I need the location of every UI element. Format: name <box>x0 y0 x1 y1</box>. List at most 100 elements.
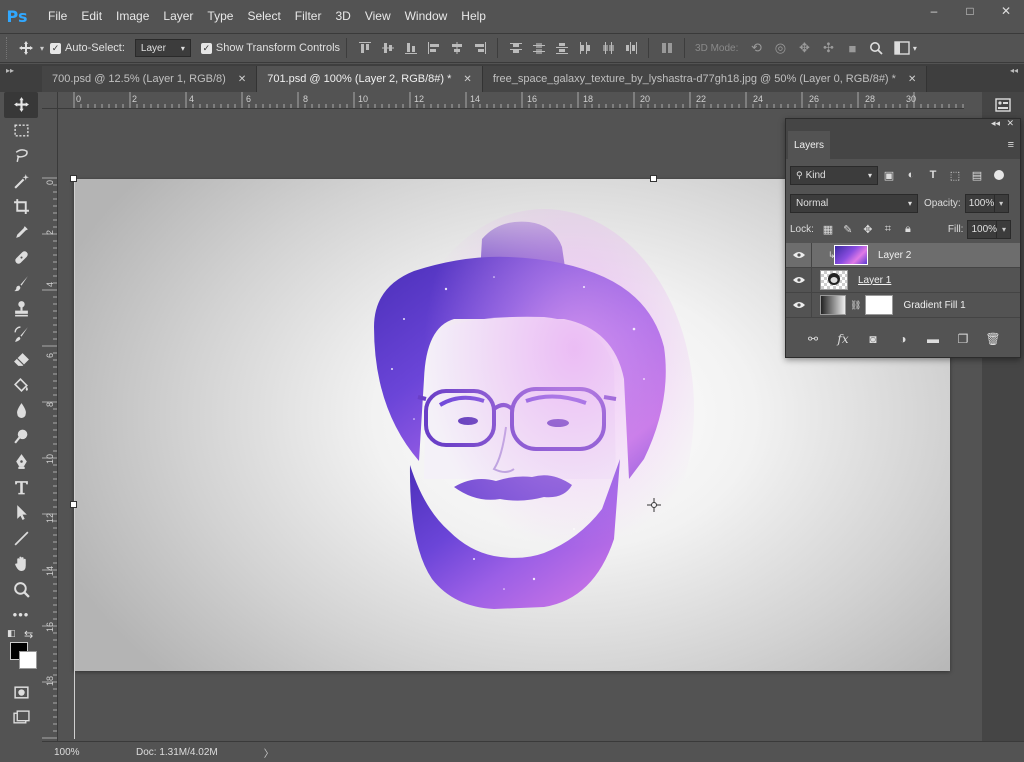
align-bottom-edges-button[interactable] <box>399 35 422 61</box>
3d-orbit-button[interactable]: ⟲ <box>744 35 768 61</box>
align-right-edges-button[interactable] <box>468 35 491 61</box>
blend-mode-dropdown[interactable]: Normal ▾ <box>790 193 918 213</box>
workspace-switcher-button[interactable]: ▾ <box>888 35 922 61</box>
default-colors-icon[interactable]: ◧ <box>7 628 16 639</box>
document-tab[interactable]: free_space_galaxy_texture_by_lyshastra-d… <box>482 66 928 92</box>
layer-name[interactable]: Gradient Fill 1 <box>903 300 965 311</box>
transform-handle-top-left[interactable] <box>70 175 77 182</box>
toolbar-collapse-strip[interactable]: ▸▸ <box>0 64 42 92</box>
auto-select-target-dropdown[interactable]: Layer ▾ <box>134 39 191 57</box>
brush-tool[interactable] <box>4 271 38 297</box>
document-tab-active[interactable]: 701.psd @ 100% (Layer 2, RGB/8#) * ✕ <box>257 66 483 92</box>
auto-select-checkbox[interactable]: ✓ Auto-Select: <box>50 42 125 54</box>
background-color-swatch[interactable] <box>19 650 37 669</box>
edit-toolbar-button[interactable]: ••• <box>4 602 38 628</box>
layer-name[interactable]: Layer 1 <box>858 275 891 286</box>
tab-close-icon[interactable]: ✕ <box>908 74 916 85</box>
align-vertical-centers-button[interactable] <box>376 35 399 61</box>
panel-menu-icon[interactable]: ≡ <box>1008 139 1014 151</box>
paint-bucket-tool[interactable] <box>4 373 38 399</box>
crop-tool[interactable] <box>4 194 38 220</box>
healing-brush-tool[interactable] <box>4 245 38 271</box>
lasso-tool[interactable] <box>4 143 38 169</box>
opacity-field[interactable]: 100% <box>964 193 995 213</box>
lock-artboard-button[interactable]: ⌗ <box>878 220 898 238</box>
auto-align-layers-button[interactable] <box>655 35 678 61</box>
show-transform-checkbox[interactable]: ✓ Show Transform Controls <box>200 42 340 54</box>
menu-filter[interactable]: Filter <box>288 0 329 33</box>
eyedropper-tool[interactable] <box>4 220 38 246</box>
filter-pixel-layers-button[interactable]: ▣ <box>878 165 900 185</box>
layer-row-layer-1[interactable]: Layer 1 <box>786 267 1020 293</box>
search-button[interactable] <box>864 35 888 61</box>
filter-toggle-switch[interactable] <box>994 170 1004 180</box>
panel-title-strip[interactable]: ◂◂ ✕ <box>786 118 1020 131</box>
3d-roll-button[interactable]: ◎ <box>768 35 792 61</box>
layer-name[interactable]: Layer 2 <box>878 250 911 261</box>
link-layers-button[interactable]: ⚯ <box>800 329 826 349</box>
distribute-vcenter-button[interactable] <box>527 35 550 61</box>
zoom-tool[interactable] <box>4 577 38 603</box>
blur-tool[interactable] <box>4 398 38 424</box>
type-tool[interactable] <box>4 475 38 501</box>
transform-handle-middle-left[interactable] <box>70 501 77 508</box>
filter-adjustment-layers-button[interactable]: ◐ <box>900 165 922 185</box>
ruler-origin[interactable] <box>42 92 58 109</box>
menu-edit[interactable]: Edit <box>74 0 109 33</box>
fill-field[interactable]: 100% <box>967 219 998 239</box>
align-top-edges-button[interactable] <box>353 35 376 61</box>
menu-select[interactable]: Select <box>240 0 287 33</box>
clone-stamp-tool[interactable] <box>4 296 38 322</box>
opacity-dropdown-arrow[interactable]: ▾ <box>994 193 1009 213</box>
path-selection-tool[interactable] <box>4 500 38 526</box>
document-tab[interactable]: 700.psd @ 12.5% (Layer 1, RGB/8) ✕ <box>42 66 258 92</box>
transform-handle-top-center[interactable] <box>650 175 657 182</box>
align-horizontal-centers-button[interactable] <box>445 35 468 61</box>
eraser-tool[interactable] <box>4 347 38 373</box>
dodge-tool[interactable] <box>4 424 38 450</box>
status-menu-arrow-icon[interactable]: 〉 <box>264 745 274 760</box>
marquee-tool[interactable] <box>4 118 38 144</box>
line-tool[interactable] <box>4 526 38 552</box>
filter-kind-dropdown[interactable]: ⚲ Kind ▾ <box>790 165 878 185</box>
zoom-level-field[interactable]: 100% <box>42 747 114 758</box>
menu-layer[interactable]: Layer <box>156 0 200 33</box>
visibility-toggle[interactable] <box>786 267 812 293</box>
menu-help[interactable]: Help <box>454 0 493 33</box>
lock-all-button[interactable]: 🔒︎ <box>898 220 918 238</box>
minimize-button[interactable]: ‒ <box>916 0 952 22</box>
quick-selection-tool[interactable] <box>4 169 38 195</box>
menu-3d[interactable]: 3D <box>328 0 357 33</box>
pen-tool[interactable] <box>4 449 38 475</box>
link-icon[interactable]: ⛓︎ <box>850 300 861 311</box>
maximize-button[interactable]: □ <box>952 0 988 22</box>
tab-close-icon[interactable]: ✕ <box>238 74 246 85</box>
layer-row-gradient-fill-1[interactable]: ⛓︎ Gradient Fill 1 <box>786 292 1020 318</box>
fill-dropdown-arrow[interactable]: ▾ <box>997 219 1012 239</box>
menu-window[interactable]: Window <box>398 0 455 33</box>
delete-layer-button[interactable]: 🗑︎ <box>980 329 1006 349</box>
quick-mask-button[interactable] <box>4 680 38 706</box>
horizontal-ruler[interactable]: 0 2 4 6 8 10 12 14 16 18 20 22 24 26 28 … <box>58 92 964 109</box>
layer-mask-thumbnail[interactable] <box>865 295 894 315</box>
3d-scale-button[interactable]: ■ <box>840 35 864 61</box>
distribute-left-button[interactable] <box>573 35 596 61</box>
vertical-ruler[interactable]: 0 2 4 6 8 10 12 14 16 18 <box>42 109 58 741</box>
menu-view[interactable]: View <box>358 0 398 33</box>
swap-colors-icon[interactable]: ⇆ <box>24 628 33 641</box>
history-brush-tool[interactable] <box>4 322 38 348</box>
menu-type[interactable]: Type <box>200 0 240 33</box>
distribute-hcenter-button[interactable] <box>596 35 619 61</box>
tab-layers[interactable]: Layers <box>788 131 830 159</box>
visibility-toggle[interactable] <box>786 242 812 268</box>
3d-slide-button[interactable]: ✣ <box>816 35 840 61</box>
menu-file[interactable]: File <box>34 0 74 33</box>
filter-smart-objects-button[interactable]: ▤ <box>966 165 988 185</box>
lock-transparent-pixels-button[interactable]: ▦ <box>818 220 838 238</box>
distribute-right-button[interactable] <box>619 35 642 61</box>
distribute-top-button[interactable] <box>504 35 527 61</box>
properties-panel-button[interactable] <box>992 94 1014 116</box>
tab-close-icon[interactable]: ✕ <box>463 74 471 85</box>
layer-row-layer-2[interactable]: ↳ Layer 2 <box>786 242 1020 268</box>
new-group-button[interactable]: ▬ <box>920 329 946 349</box>
